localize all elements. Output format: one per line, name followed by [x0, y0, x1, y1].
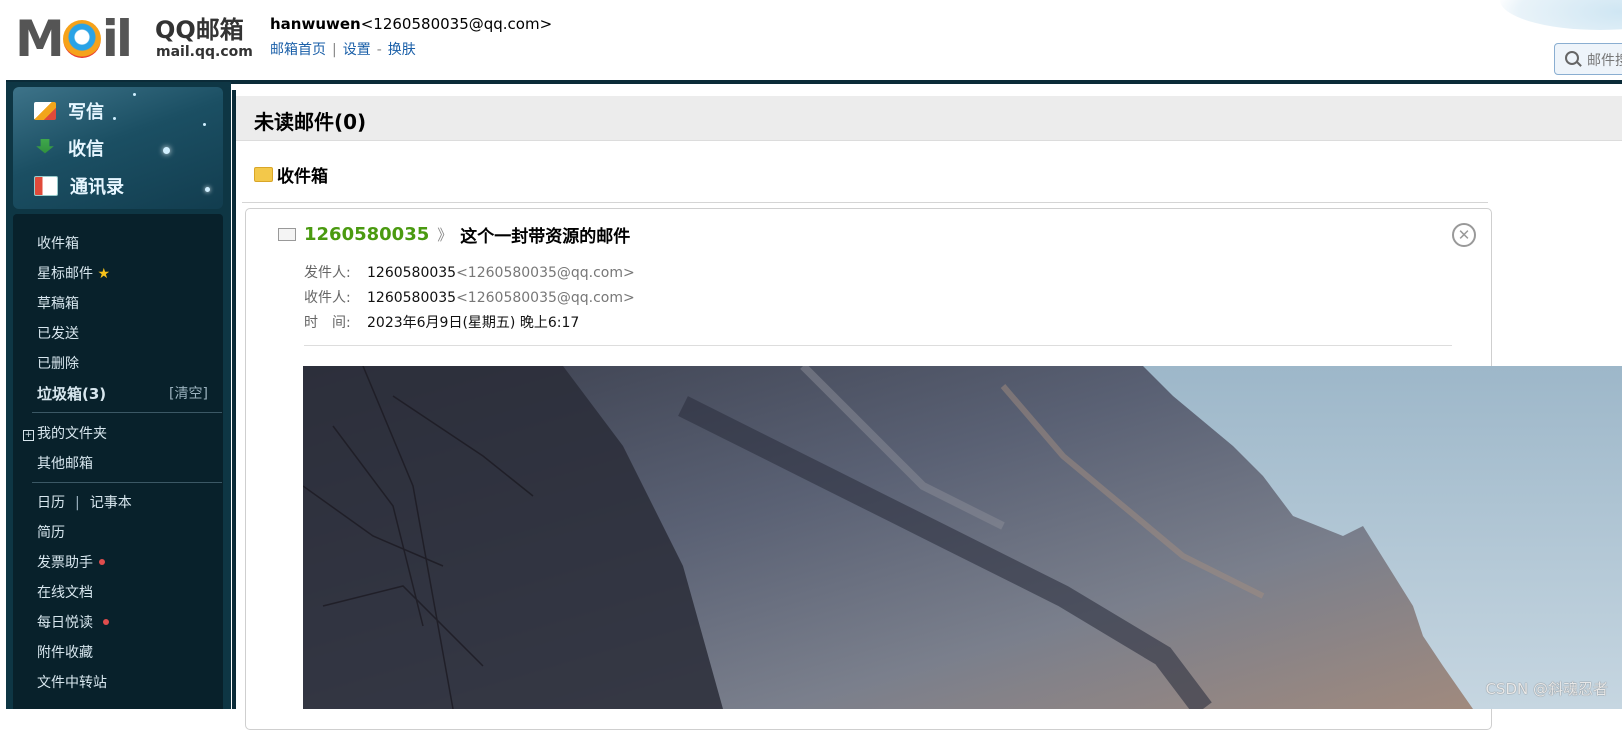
meta-time: 时 间: 2023年6月9日(星期五) 晚上6:17	[304, 312, 579, 332]
star-icon: ★	[97, 266, 111, 282]
divider	[304, 345, 1452, 346]
search-placeholder: 邮件搜索	[1587, 53, 1622, 69]
from-email: <1260580035@qq.com>	[456, 265, 635, 281]
receive-button[interactable]: 收信	[34, 134, 104, 162]
to-email: <1260580035@qq.com>	[456, 290, 635, 306]
watermark: CSDN @斜魂忍者	[1485, 680, 1608, 698]
separator: |	[75, 495, 80, 511]
folder-icon	[254, 167, 273, 182]
mountain-cliff-image	[303, 366, 1622, 709]
contact-card-icon	[34, 176, 58, 196]
notification-dot	[99, 559, 105, 565]
receive-label: 收信	[68, 139, 104, 160]
folder-deleted[interactable]: 已删除	[37, 353, 79, 373]
folder-drafts[interactable]: 草稿箱	[37, 293, 79, 313]
from-label: 发件人:	[304, 265, 351, 281]
folder-starred[interactable]: 星标邮件 ★	[37, 263, 110, 283]
header-links: 邮箱首页 | 设置 - 换肤	[270, 39, 416, 59]
mail-subject: 这个一封带资源的邮件	[460, 227, 631, 247]
spam-clear-link[interactable]: [清空]	[169, 383, 208, 403]
skin-link[interactable]: 换肤	[388, 42, 416, 58]
search-icon	[1565, 51, 1579, 65]
logo-brand: QQ邮箱	[155, 16, 244, 44]
to-label: 收件人:	[304, 290, 351, 306]
account-email: <1260580035@qq.com>	[360, 15, 553, 33]
calendar-link[interactable]: 日历	[37, 495, 65, 511]
header-divider	[6, 80, 1622, 84]
home-link[interactable]: 邮箱首页	[270, 42, 326, 58]
header-decoration	[1500, 0, 1622, 30]
compose-button[interactable]: 写信	[34, 97, 104, 125]
notification-dot	[103, 619, 109, 625]
logo-mark: Mil	[15, 10, 133, 68]
app-invoice-label: 发票助手	[37, 555, 93, 571]
app-resume[interactable]: 简历	[37, 522, 65, 542]
app-transfer[interactable]: 文件中转站	[37, 672, 107, 692]
app-daily-read[interactable]: 每日悦读	[37, 612, 109, 632]
mail-header: 1260580035 》 这个一封带资源的邮件	[278, 222, 630, 247]
account-info: hanwuwen<1260580035@qq.com>	[270, 15, 552, 33]
separator: -	[376, 42, 382, 58]
meta-to: 收件人: 1260580035<1260580035@qq.com>	[304, 287, 635, 307]
inbox-heading[interactable]: 收件箱	[254, 162, 328, 187]
my-folders-label: 我的文件夹	[37, 426, 107, 442]
other-mail[interactable]: 其他邮箱	[37, 453, 93, 473]
meta-from: 发件人: 1260580035<1260580035@qq.com>	[304, 262, 635, 282]
logo[interactable]: Mil QQ邮箱 mail.qq.com	[15, 10, 253, 68]
contacts-label: 通讯录	[70, 177, 124, 198]
search-input[interactable]: 邮件搜索	[1554, 43, 1622, 75]
app-docs[interactable]: 在线文档	[37, 582, 93, 602]
settings-link[interactable]: 设置	[343, 42, 371, 58]
time-label: 时 间:	[304, 315, 351, 331]
folder-spam[interactable]: 垃圾箱(3)	[37, 383, 106, 404]
sender-link[interactable]: 1260580035	[304, 224, 429, 245]
divider	[242, 202, 1488, 203]
divider	[32, 412, 222, 413]
contacts-button[interactable]: 通讯录	[34, 172, 124, 200]
folder-inbox[interactable]: 收件箱	[37, 233, 79, 253]
pencil-icon	[34, 102, 56, 120]
time-value: 2023年6月9日(星期五) 晚上6:17	[367, 315, 580, 331]
my-folders[interactable]: + 我的文件夹	[23, 423, 107, 443]
app-attachments[interactable]: 附件收藏	[37, 642, 93, 662]
folder-starred-label: 星标邮件	[37, 266, 93, 282]
logo-domain: mail.qq.com	[156, 44, 253, 60]
from-name[interactable]: 1260580035	[367, 265, 456, 281]
app-invoice[interactable]: 发票助手	[37, 552, 105, 572]
app-calendar-notes: 日历 | 记事本	[37, 492, 132, 512]
notes-link[interactable]: 记事本	[90, 495, 132, 511]
folder-sent[interactable]: 已发送	[37, 323, 79, 343]
divider	[32, 482, 222, 483]
envelope-icon	[278, 228, 296, 241]
app-daily-read-label: 每日悦读	[37, 615, 93, 631]
close-icon[interactable]: ✕	[1452, 223, 1476, 247]
unread-header	[236, 96, 1622, 141]
separator: |	[332, 42, 337, 58]
arrow-separator: 》	[437, 226, 453, 244]
account-name: hanwuwen	[270, 15, 361, 33]
unread-title: 未读邮件(0)	[254, 110, 367, 134]
mail-image[interactable]	[303, 366, 1622, 709]
inbox-heading-label: 收件箱	[277, 167, 328, 187]
expand-icon: +	[23, 430, 34, 441]
compose-label: 写信	[68, 102, 104, 123]
to-name[interactable]: 1260580035	[367, 290, 456, 306]
download-icon	[36, 139, 54, 154]
